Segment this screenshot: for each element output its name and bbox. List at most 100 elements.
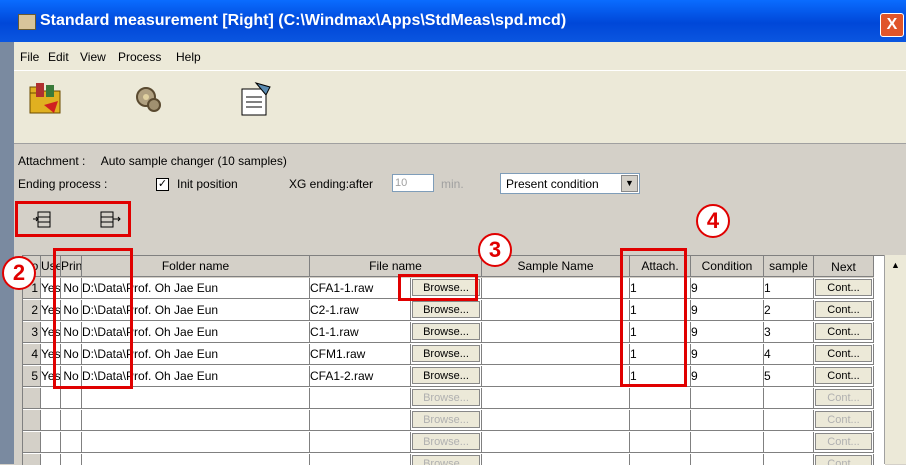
table-row: Browse... Cont... [23,454,874,465]
browse-button[interactable]: Browse... [412,389,480,406]
chevron-down-icon[interactable]: ▼ [621,175,638,192]
gear-icon[interactable] [126,77,170,121]
open-folder-icon[interactable] [24,77,68,121]
sample-cell[interactable]: 3 [764,322,814,343]
folder-cell[interactable] [82,454,310,465]
continue-button[interactable]: Cont... [815,389,872,406]
condition-cell[interactable]: 9 [691,366,764,387]
sample-cell[interactable] [764,432,814,453]
browse-button[interactable]: Browse... [412,433,480,450]
browse-cell: Browse... [411,410,482,431]
file-cell[interactable] [310,388,411,409]
min-label: min. [441,177,464,191]
sample-cell[interactable]: 4 [764,344,814,365]
file-cell[interactable]: CFA1-1.raw [310,278,411,299]
scroll-up-icon[interactable]: ▲ [888,258,903,273]
browse-button[interactable]: Browse... [412,411,480,428]
file-cell[interactable]: C2-1.raw [310,300,411,321]
file-cell[interactable] [310,410,411,431]
window-left-edge [0,42,14,464]
file-cell[interactable]: CFM1.raw [310,344,411,365]
menu-edit[interactable]: Edit [48,50,69,64]
condition-cell[interactable] [691,388,764,409]
condition-cell[interactable]: 9 [691,278,764,299]
condition-cell[interactable]: 9 [691,300,764,321]
sample-name-cell[interactable] [482,388,630,409]
sample-name-cell[interactable] [482,410,630,431]
condition-cell[interactable] [691,410,764,431]
folder-cell[interactable] [82,432,310,453]
attach-cell[interactable] [630,388,691,409]
browse-button[interactable]: Browse... [412,345,480,362]
row-number: 2 [23,300,41,321]
attach-cell[interactable] [630,432,691,453]
file-cell[interactable] [310,432,411,453]
continue-button[interactable]: Cont... [815,433,872,450]
condition-cell[interactable] [691,432,764,453]
sample-cell[interactable]: 5 [764,366,814,387]
continue-button[interactable]: Cont... [815,323,872,340]
browse-button[interactable]: Browse... [412,323,480,340]
use-cell[interactable] [41,388,61,409]
print-cell[interactable] [61,432,82,453]
attach-cell[interactable] [630,410,691,431]
browse-button[interactable]: Browse... [412,301,480,318]
row-number [23,388,41,409]
continue-button[interactable]: Cont... [815,367,872,384]
file-cell[interactable] [310,454,411,465]
sample-cell[interactable] [764,454,814,465]
use-cell[interactable] [41,410,61,431]
condition-cell[interactable]: 9 [691,344,764,365]
print-cell[interactable] [61,388,82,409]
vertical-scrollbar[interactable]: ▲ [884,255,906,464]
condition-cell[interactable]: 9 [691,322,764,343]
highlight-use-print [53,248,133,389]
file-cell[interactable]: CFA1-2.raw [310,366,411,387]
sample-name-cell[interactable] [482,322,630,343]
menu-file[interactable]: File [20,50,39,64]
folder-cell[interactable] [82,388,310,409]
continue-button[interactable]: Cont... [815,411,872,428]
xg-ending-input[interactable]: 10 [392,174,434,192]
callout-2: 2 [2,256,36,290]
next-cell: Cont... [814,300,874,321]
sample-name-cell[interactable] [482,344,630,365]
folder-cell[interactable] [82,410,310,431]
header-next: Next [814,256,874,277]
highlight-row-buttons [15,201,131,237]
init-position-checkbox[interactable]: ✓ [156,178,169,191]
sample-cell[interactable]: 1 [764,278,814,299]
app-icon [18,14,36,30]
continue-button[interactable]: Cont... [815,301,872,318]
browse-cell: Browse... [411,344,482,365]
menu-view[interactable]: View [80,50,106,64]
file-cell[interactable]: C1-1.raw [310,322,411,343]
next-cell: Cont... [814,388,874,409]
use-cell[interactable] [41,454,61,465]
continue-button[interactable]: Cont... [815,279,872,296]
browse-button[interactable]: Browse... [412,367,480,384]
menu-process[interactable]: Process [118,50,161,64]
sample-name-cell[interactable] [482,366,630,387]
sample-name-cell[interactable] [482,300,630,321]
sample-cell[interactable]: 2 [764,300,814,321]
sample-name-cell[interactable] [482,278,630,299]
sample-cell[interactable] [764,388,814,409]
condition-select[interactable]: Present condition ▼ [500,173,640,194]
table-row: 5 Yes No D:\Data\Prof. Oh Jae Eun CFA1-2.raw… [23,366,874,388]
print-cell[interactable] [61,454,82,465]
continue-button[interactable]: Cont... [815,345,872,362]
next-cell: Cont... [814,366,874,387]
sample-cell[interactable] [764,410,814,431]
sample-name-cell[interactable] [482,454,630,465]
report-icon[interactable] [232,77,276,121]
attach-cell[interactable] [630,454,691,465]
toolbar [14,70,906,144]
condition-cell[interactable] [691,454,764,465]
menu-help[interactable]: Help [176,50,201,64]
sample-name-cell[interactable] [482,432,630,453]
table-row: 3 Yes No D:\Data\Prof. Oh Jae Eun C1-1.raw Br… [23,322,874,344]
use-cell[interactable] [41,432,61,453]
print-cell[interactable] [61,410,82,431]
close-button[interactable]: X [880,13,904,37]
